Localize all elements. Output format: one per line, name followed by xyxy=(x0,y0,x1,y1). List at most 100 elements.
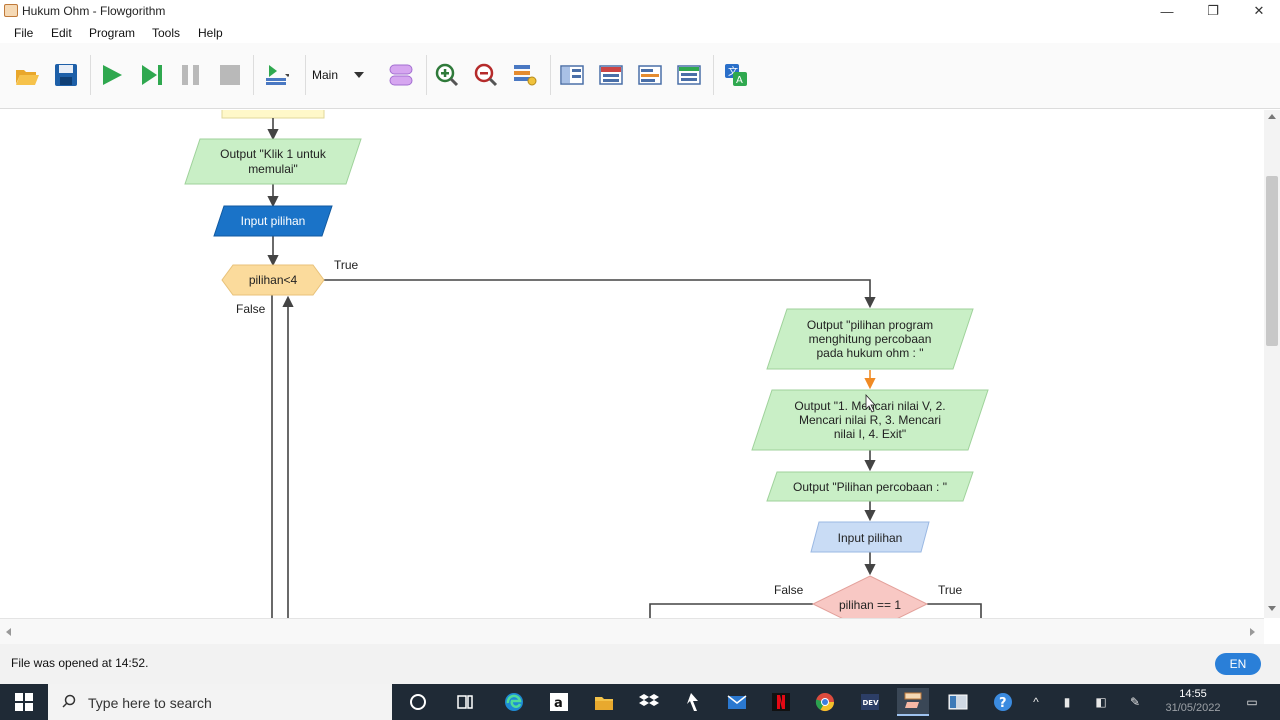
menu-program[interactable]: Program xyxy=(89,26,135,40)
edge-icon[interactable] xyxy=(498,688,530,716)
run-icon[interactable] xyxy=(98,61,126,89)
toolbar-separator xyxy=(305,55,306,95)
close-button[interactable]: ✕ xyxy=(1236,0,1280,22)
file-explorer-icon[interactable] xyxy=(588,688,620,716)
step-icon[interactable] xyxy=(138,61,166,89)
toolbar-separator xyxy=(713,55,714,95)
svg-text:A: A xyxy=(736,75,743,86)
input-node-pilihan-top[interactable]: Input pilihan xyxy=(213,205,333,237)
amazon-icon[interactable]: a xyxy=(543,688,575,716)
if-false-label: False xyxy=(774,583,804,597)
layout-3-icon[interactable] xyxy=(636,61,664,89)
menu-edit[interactable]: Edit xyxy=(51,26,72,40)
output-node-klik-line1: Output "Klik 1 untuk xyxy=(220,147,327,161)
loop-node[interactable]: pilihan<4 xyxy=(221,264,325,296)
layout-4-icon[interactable] xyxy=(675,61,703,89)
language-button[interactable]: EN xyxy=(1215,653,1261,675)
windows-start-icon[interactable] xyxy=(0,684,48,720)
chrome-icon[interactable] xyxy=(809,688,841,716)
minimize-button[interactable]: — xyxy=(1144,0,1190,22)
taskbar-clock[interactable]: 14:55 31/05/2022 xyxy=(1160,687,1226,715)
notifications-icon[interactable]: ▭ xyxy=(1243,693,1261,711)
zoom-in-icon[interactable] xyxy=(433,61,461,89)
if-true-line xyxy=(927,603,982,618)
layout-2-icon[interactable] xyxy=(597,61,625,89)
taskbar-search-input[interactable]: Type here to search xyxy=(48,684,392,720)
input-node-pilihan-top-label: Input pilihan xyxy=(241,214,306,228)
run-speed-icon[interactable] xyxy=(262,61,290,89)
function-select[interactable]: Main xyxy=(312,68,365,82)
pen-icon[interactable]: ✎ xyxy=(1126,693,1144,711)
vertical-scrollbar[interactable] xyxy=(1264,110,1280,618)
flowgorithm-window: Hukum Ohm - Flowgorithm — ❐ ✕ File Edit … xyxy=(0,0,1280,720)
zoom-out-icon[interactable] xyxy=(472,61,500,89)
horizontal-scrollbar[interactable] xyxy=(0,618,1264,644)
search-icon xyxy=(62,694,76,708)
title-bar: Hukum Ohm - Flowgorithm — ❐ ✕ xyxy=(0,0,1280,22)
variable-watch-icon[interactable] xyxy=(511,61,539,89)
output-node-percobaan[interactable]: Output "Pilihan percobaan : " xyxy=(766,471,974,502)
output-node-klik-line2: memulai" xyxy=(248,162,298,176)
chevron-down-icon xyxy=(354,72,365,78)
flowchart-canvas[interactable]: Output "Klik 1 untuk memulai" Input pili… xyxy=(0,110,1264,618)
output-node-menu-line3: nilai I, 4. Exit" xyxy=(834,427,906,441)
scroll-down-icon[interactable] xyxy=(1268,606,1276,611)
output-node-program-line3: pada hukum ohm : " xyxy=(817,346,924,360)
windows-taskbar: Type here to search a DEV ? ^ ▮ ◧ ✎ 14:5… xyxy=(0,684,1280,720)
task-view-icon[interactable] xyxy=(449,688,481,716)
open-folder-icon[interactable] xyxy=(13,61,41,89)
pause-icon[interactable] xyxy=(177,61,205,89)
show-hidden-icons-icon[interactable]: ^ xyxy=(1027,693,1045,711)
toolbar-separator xyxy=(90,55,91,95)
output-node-program[interactable]: Output "pilihan program menghitung perco… xyxy=(766,308,974,370)
status-bar: File was opened at 14:52. EN xyxy=(0,644,1280,684)
menu-help[interactable]: Help xyxy=(198,26,223,40)
save-icon[interactable] xyxy=(52,61,80,89)
window-title: Hukum Ohm - Flowgorithm xyxy=(22,4,166,18)
mail-icon[interactable] xyxy=(721,688,753,716)
vertical-scroll-thumb[interactable] xyxy=(1266,176,1278,346)
menu-bar: File Edit Program Tools Help xyxy=(0,22,1280,43)
window-app-icon[interactable] xyxy=(942,688,974,716)
function-list-icon[interactable] xyxy=(387,61,415,89)
clock-time: 14:55 xyxy=(1179,688,1207,700)
previous-node-partial[interactable] xyxy=(221,110,325,119)
if-true-label: True xyxy=(938,583,963,597)
scroll-left-icon[interactable] xyxy=(6,628,11,636)
flowgorithm-icon[interactable] xyxy=(897,688,929,716)
status-message: File was opened at 14:52. xyxy=(11,656,149,670)
stop-icon[interactable] xyxy=(216,61,244,89)
loop-true-label: True xyxy=(334,258,359,272)
scroll-up-icon[interactable] xyxy=(1268,114,1276,119)
search-placeholder: Type here to search xyxy=(88,695,212,711)
dropbox-icon[interactable] xyxy=(633,688,665,716)
help-icon[interactable]: ? xyxy=(987,688,1019,716)
output-node-klik[interactable]: Output "Klik 1 untuk memulai" xyxy=(184,138,362,185)
tray-app-icon[interactable]: ◧ xyxy=(1092,693,1110,711)
output-node-percobaan-label: Output "Pilihan percobaan : " xyxy=(793,480,947,494)
toolbar-separator xyxy=(426,55,427,95)
output-node-program-line2: menghitung percobaan xyxy=(809,332,932,346)
translate-icon[interactable]: 文A xyxy=(722,61,750,89)
flowgorithm-app-icon xyxy=(4,4,18,17)
if-node[interactable]: pilihan == 1 xyxy=(811,575,929,618)
svg-text:?: ? xyxy=(999,696,1007,711)
cursor-app-icon[interactable] xyxy=(678,688,710,716)
toolbar: Main 文A xyxy=(0,43,1280,109)
usb-icon[interactable]: ▮ xyxy=(1058,693,1076,711)
cortana-icon[interactable] xyxy=(402,688,434,716)
scroll-right-icon[interactable] xyxy=(1250,628,1255,636)
netflix-icon[interactable] xyxy=(765,688,797,716)
input-node-pilihan-right-label: Input pilihan xyxy=(838,531,903,545)
menu-tools[interactable]: Tools xyxy=(152,26,180,40)
loop-false-label: False xyxy=(236,302,266,316)
clock-date: 31/05/2022 xyxy=(1165,702,1221,714)
svg-text:a: a xyxy=(554,696,563,711)
menu-file[interactable]: File xyxy=(14,26,33,40)
layout-1-icon[interactable] xyxy=(558,61,586,89)
flowchart-svg: Output "Klik 1 untuk memulai" Input pili… xyxy=(184,110,989,618)
toolbar-separator xyxy=(550,55,551,95)
dev-icon[interactable]: DEV xyxy=(854,688,886,716)
input-node-pilihan-right[interactable]: Input pilihan xyxy=(810,521,930,553)
restore-button[interactable]: ❐ xyxy=(1190,0,1236,22)
